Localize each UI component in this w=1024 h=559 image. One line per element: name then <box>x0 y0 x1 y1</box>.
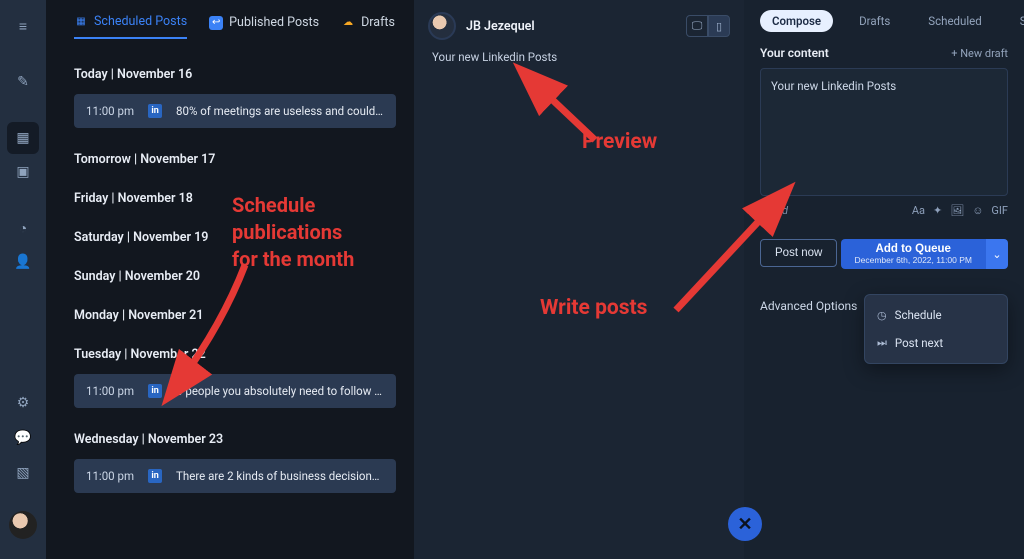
day-label: Wednesday | November 23 <box>74 432 396 447</box>
clock-icon: ◷ <box>877 309 887 322</box>
gif-icon[interactable]: GIF <box>991 204 1008 217</box>
format-icon[interactable]: Aa <box>912 204 925 217</box>
clock-icon[interactable]: ◔ <box>7 212 39 244</box>
dropdown-post-next[interactable]: ⏭ Post next <box>865 329 1007 357</box>
grid-icon[interactable]: ▦ <box>7 122 39 154</box>
day-label: Friday | November 18 <box>74 191 396 206</box>
day-label: Today | November 16 <box>74 67 396 82</box>
dropdown-post-next-label: Post next <box>895 336 943 350</box>
avatar <box>428 12 456 40</box>
post-title: There are 2 kinds of business decisions:… <box>176 469 384 483</box>
post-now-button[interactable]: Post now <box>760 239 837 267</box>
post-title: 80% of meetings are useless and could be… <box>176 104 384 118</box>
compose-tab-compose[interactable]: Compose <box>760 10 833 32</box>
calendar-icon: ▦ <box>74 15 88 29</box>
day-label: Tuesday | November 22 <box>74 347 396 362</box>
preview-pane: JB Jezequel 🖵 ▯ Your new Linkedin Posts <box>414 0 744 559</box>
ai-icon[interactable]: ✦ <box>933 204 942 217</box>
post-time: 11:00 pm <box>86 469 134 483</box>
dropdown-schedule[interactable]: ◷ Schedule <box>865 301 1007 329</box>
queue-label: Add to Queue <box>855 243 973 255</box>
scheduled-post-row[interactable]: 11:00 pm in 3 people you absolutely need t… <box>74 374 396 408</box>
content-label: Your content <box>760 46 829 60</box>
scheduled-post-row[interactable]: 11:00 pm in There are 2 kinds of business … <box>74 459 396 493</box>
linkedin-icon: in <box>148 384 162 398</box>
tab-scheduled[interactable]: ▦ Scheduled Posts <box>74 14 187 39</box>
menu-icon[interactable]: ≡ <box>7 10 39 42</box>
mobile-icon[interactable]: ▯ <box>708 15 730 37</box>
board-icon[interactable]: ▧ <box>7 457 39 489</box>
preview-author: JB Jezequel <box>466 19 535 34</box>
post-time: 11:00 pm <box>86 104 134 118</box>
add-to-queue-button[interactable]: Add to Queue December 6th, 2022, 11:00 P… <box>841 239 987 269</box>
day-label: Monday | November 21 <box>74 308 396 323</box>
linkedin-icon: in <box>148 104 162 118</box>
queue-sub: December 6th, 2022, 11:00 PM <box>855 255 973 265</box>
drafts-icon: ☁ <box>341 16 355 30</box>
compose-tab-sent[interactable]: Sent <box>1008 10 1024 32</box>
queue-dropdown: ◷ Schedule ⏭ Post next <box>864 294 1008 364</box>
tab-published-label: Published Posts <box>229 15 319 30</box>
dropdown-schedule-label: Schedule <box>895 308 942 322</box>
day-label: Sunday | November 20 <box>74 269 396 284</box>
post-editor[interactable]: Your new Linkedin Posts <box>760 68 1008 196</box>
desktop-icon[interactable]: 🖵 <box>686 15 708 37</box>
compose-tab-scheduled[interactable]: Scheduled <box>916 10 994 32</box>
post-time: 11:00 pm <box>86 384 134 398</box>
editor-tools: Aa ✦ 🖼 ☺ GIF <box>912 204 1008 217</box>
compose-tab-drafts[interactable]: Drafts <box>847 10 902 32</box>
device-toggle: 🖵 ▯ <box>686 15 730 37</box>
published-icon: ↩ <box>209 16 223 30</box>
schedule-tabs: ▦ Scheduled Posts ↩ Published Posts ☁ Dr… <box>74 14 396 39</box>
users-icon[interactable]: 👤 <box>7 246 39 278</box>
sliders-icon[interactable]: ⚙ <box>7 387 39 419</box>
close-button[interactable]: ✕ <box>728 507 762 541</box>
emoji-icon[interactable]: ☺ <box>972 204 983 217</box>
image-icon[interactable]: ▣ <box>7 156 39 188</box>
post-title: 3 people you absolutely need to follow a… <box>176 384 384 398</box>
queue-caret[interactable]: ⌄ <box>986 239 1008 269</box>
compose-pane: Compose Drafts Scheduled Sent Your conte… <box>744 0 1024 559</box>
tab-drafts[interactable]: ☁ Drafts <box>341 14 395 39</box>
preview-body: Your new Linkedin Posts <box>428 50 730 64</box>
edit-icon[interactable]: ✎ <box>7 66 39 98</box>
new-draft-button[interactable]: + New draft <box>951 47 1008 60</box>
save-status: saved <box>760 204 788 217</box>
compose-tabs: Compose Drafts Scheduled Sent <box>760 10 1008 32</box>
image-icon[interactable]: 🖼 <box>950 204 964 217</box>
tab-published[interactable]: ↩ Published Posts <box>209 14 319 39</box>
day-label: Saturday | November 19 <box>74 230 396 245</box>
schedule-pane: ▦ Scheduled Posts ↩ Published Posts ☁ Dr… <box>46 0 414 559</box>
tab-scheduled-label: Scheduled Posts <box>94 14 187 29</box>
scheduled-post-row[interactable]: 11:00 pm in 80% of meetings are useless an… <box>74 94 396 128</box>
chat-icon[interactable]: 💬 <box>7 422 39 454</box>
side-rail: ≡ ✎ ▦ ▣ ◔ 👤 ⚙ 💬 ▧ <box>0 0 46 559</box>
next-icon: ⏭ <box>877 336 887 350</box>
day-label: Tomorrow | November 17 <box>74 152 396 167</box>
linkedin-icon: in <box>148 469 162 483</box>
tab-drafts-label: Drafts <box>361 15 395 30</box>
avatar[interactable] <box>9 511 37 539</box>
queue-button-group: Add to Queue December 6th, 2022, 11:00 P… <box>841 239 1009 269</box>
